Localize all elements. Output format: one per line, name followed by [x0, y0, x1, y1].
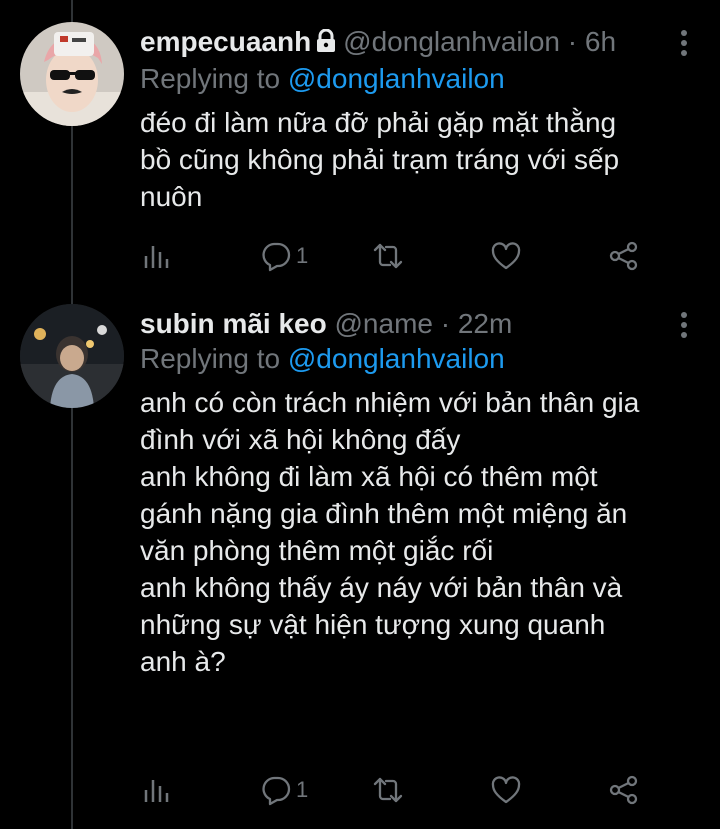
replying-to-label: Replying to [140, 343, 281, 374]
retweet-icon [373, 777, 403, 803]
avatar[interactable] [20, 304, 124, 408]
reply-button[interactable]: 1 [260, 238, 308, 274]
retweet-button[interactable] [372, 238, 404, 274]
share-button[interactable] [608, 772, 640, 808]
replying-to-label: Replying to [140, 63, 281, 94]
share-button[interactable] [608, 238, 640, 274]
analytics-button[interactable] [142, 772, 174, 808]
like-button[interactable] [490, 772, 522, 808]
analytics-icon [144, 246, 169, 268]
handle[interactable]: @name [335, 308, 433, 339]
retweet-button[interactable] [372, 772, 404, 808]
tweet-content: subin mãi keo @name · 22m Replying to @d… [140, 304, 680, 680]
more-icon[interactable] [674, 28, 694, 58]
tweet[interactable]: subin mãi keo @name · 22m Replying to @d… [0, 290, 720, 829]
tweet-text: đéo đi làm nữa đỡ phải gặp mặt thằng bồ … [140, 107, 620, 212]
analytics-button[interactable] [142, 238, 174, 274]
analytics-icon [144, 780, 169, 802]
replying-to-handle[interactable]: @donglanhvailon [288, 343, 505, 374]
separator: · [567, 26, 578, 57]
reply-count: 1 [296, 243, 309, 268]
replying-to: Replying to @donglanhvailon [140, 62, 680, 96]
reply-icon [262, 776, 291, 806]
display-name[interactable]: subin mãi keo [140, 308, 327, 339]
like-icon [491, 776, 521, 804]
tweet[interactable]: empecuaanh @donglanhvailon · 6h Replying … [0, 0, 720, 290]
more-icon[interactable] [674, 310, 694, 340]
reply-icon [262, 242, 291, 272]
retweet-icon [373, 243, 403, 269]
tweet-header: empecuaanh @donglanhvailon · 6h [140, 22, 680, 64]
replying-to: Replying to @donglanhvailon [140, 342, 680, 376]
tweet-actions: 1 [142, 772, 642, 808]
timestamp[interactable]: 6h [585, 26, 616, 57]
display-name[interactable]: empecuaanh [140, 26, 311, 57]
tweet-content: empecuaanh @donglanhvailon · 6h Replying … [140, 22, 680, 215]
reply-button[interactable]: 1 [260, 772, 308, 808]
reply-count: 1 [296, 777, 309, 802]
tweet-header: subin mãi keo @name · 22m [140, 304, 680, 344]
timestamp[interactable]: 22m [458, 308, 512, 339]
like-icon [491, 242, 521, 270]
tweet-text: anh có còn trách nhiệm với bản thân gia … [140, 387, 640, 677]
lock-icon [315, 24, 337, 64]
handle[interactable]: @donglanhvailon [343, 26, 560, 57]
replying-to-handle[interactable]: @donglanhvailon [288, 63, 505, 94]
avatar[interactable] [20, 22, 124, 126]
tweet-actions: 1 [142, 238, 642, 274]
share-icon [609, 775, 638, 805]
share-icon [609, 241, 638, 271]
like-button[interactable] [490, 238, 522, 274]
separator: · [440, 308, 451, 339]
